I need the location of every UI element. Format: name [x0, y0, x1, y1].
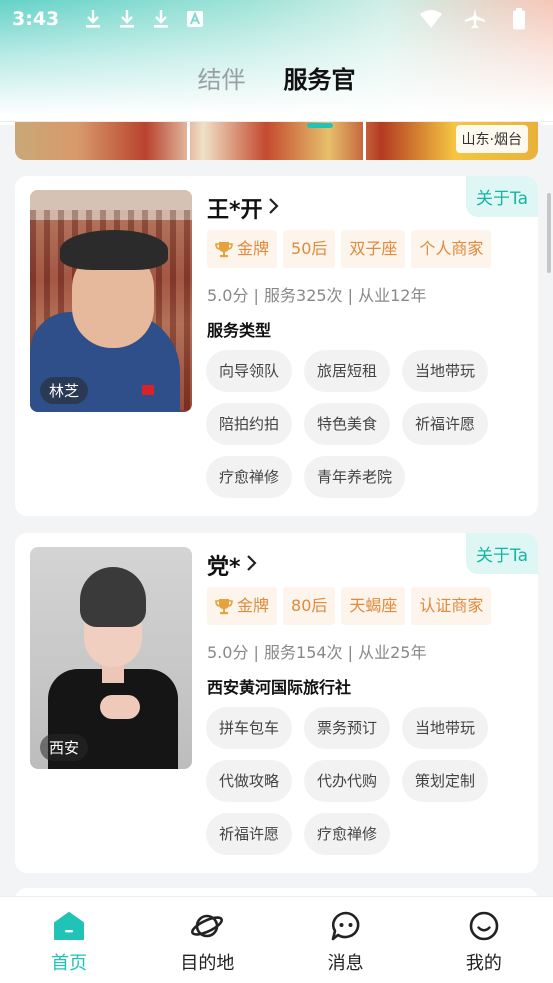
- banner-divider: [187, 122, 190, 160]
- zodiac-badge: 双子座: [341, 230, 406, 268]
- badge-label: 金牌: [237, 596, 270, 615]
- officer-name: 党*: [207, 555, 241, 580]
- service-tag[interactable]: 策划定制: [402, 760, 489, 802]
- top-tabs: 结伴 服务官: [0, 60, 553, 128]
- service-tag[interactable]: 疗愈禅修: [206, 456, 293, 498]
- destination-banner[interactable]: 山东·烟台: [15, 122, 538, 160]
- merchant-badge: 认证商家: [411, 587, 492, 625]
- officer-stats: 5.0分 | 服务154次 | 从业25年: [207, 643, 427, 662]
- service-officer-card[interactable]: 关于Ta 西安 党* 金牌 80后 天蝎座 认证商家 5.0分 | 服务154次…: [15, 533, 538, 873]
- nav-profile[interactable]: 我的: [415, 897, 553, 983]
- trophy-icon: [215, 240, 233, 258]
- nav-label: 消息: [327, 953, 364, 974]
- service-tag[interactable]: 当地带玩: [402, 707, 489, 749]
- service-tag[interactable]: 青年养老院: [304, 456, 406, 498]
- nav-destination[interactable]: 目的地: [138, 897, 276, 983]
- message-icon: [330, 911, 362, 945]
- status-bar: 3:43: [0, 0, 553, 38]
- officer-name-link[interactable]: 党*: [207, 549, 257, 581]
- service-tag[interactable]: 向导领队: [206, 350, 293, 392]
- wifi-icon: [419, 7, 443, 31]
- age-badge: 50后: [283, 230, 336, 268]
- battery-icon: [507, 7, 531, 31]
- nav-label: 我的: [465, 953, 502, 974]
- badge-label: 金牌: [237, 239, 270, 258]
- nav-home[interactable]: 首页: [0, 897, 138, 983]
- photo-hair: [80, 567, 146, 627]
- officer-name-link[interactable]: 王*开: [207, 192, 279, 224]
- banner-divider: [363, 122, 366, 160]
- photo-hand: [100, 695, 140, 719]
- service-tag[interactable]: 票务预订: [304, 707, 391, 749]
- agency-name: 西安黄河国际旅行社: [207, 678, 352, 697]
- home-icon: [53, 911, 85, 945]
- service-tag[interactable]: 当地带玩: [402, 350, 489, 392]
- airplane-icon: [463, 7, 487, 31]
- about-ta-button[interactable]: 关于Ta: [466, 176, 538, 217]
- gold-badge: 金牌: [207, 587, 278, 625]
- status-time: 3:43: [12, 8, 60, 30]
- age-badge: 80后: [283, 587, 336, 625]
- smile-icon: [468, 911, 500, 945]
- badge-row: 金牌 50后 双子座 个人商家: [207, 230, 492, 268]
- scrollbar[interactable]: [547, 193, 551, 273]
- service-tag[interactable]: 祈福许愿: [402, 403, 489, 445]
- download-icon: [149, 7, 173, 31]
- flag-pin: [142, 385, 154, 395]
- avatar[interactable]: 林芝: [30, 190, 192, 412]
- service-tag[interactable]: 代做攻略: [206, 760, 293, 802]
- officer-name: 王*开: [207, 198, 263, 223]
- avatar[interactable]: 西安: [30, 547, 192, 769]
- service-tags: 向导领队 旅居短租 当地带玩 陪拍约拍 特色美食 祈福许愿 疗愈禅修 青年养老院: [206, 350, 526, 498]
- about-ta-button[interactable]: 关于Ta: [466, 533, 538, 574]
- service-tag[interactable]: 拼车包车: [206, 707, 293, 749]
- service-tag[interactable]: 代办代购: [304, 760, 391, 802]
- chevron-right-icon: [267, 197, 279, 219]
- bottom-nav: 首页 目的地 消息 我的: [0, 896, 553, 983]
- service-tag[interactable]: 祈福许愿: [206, 813, 293, 855]
- keyboard-a-icon: [183, 7, 207, 31]
- download-icon: [115, 7, 139, 31]
- header-divider: [0, 121, 553, 122]
- service-tag[interactable]: 陪拍约拍: [206, 403, 293, 445]
- tab-label: 服务官: [283, 66, 356, 94]
- service-officer-card[interactable]: 关于Ta 林芝 王*开 金牌 50后 双子座 个人商家 5.0分 | 服务325…: [15, 176, 538, 516]
- location-tag: 林芝: [40, 377, 89, 404]
- photo-cap: [60, 230, 168, 270]
- gold-badge: 金牌: [207, 230, 278, 268]
- trophy-icon: [215, 597, 233, 615]
- tab-label: 结伴: [197, 66, 246, 94]
- nav-label: 目的地: [180, 953, 235, 974]
- merchant-badge: 个人商家: [411, 230, 492, 268]
- service-tag[interactable]: 疗愈禅修: [304, 813, 391, 855]
- tab-service-officer[interactable]: 服务官: [283, 60, 356, 128]
- active-tab-indicator: [306, 123, 333, 128]
- nav-label: 首页: [51, 953, 88, 974]
- tab-companion[interactable]: 结伴: [198, 60, 246, 110]
- download-icon: [81, 7, 105, 31]
- zodiac-badge: 天蝎座: [341, 587, 406, 625]
- section-title: 服务类型: [207, 321, 272, 340]
- planet-icon: [190, 911, 224, 945]
- service-tag[interactable]: 特色美食: [304, 403, 391, 445]
- banner-location-label: 山东·烟台: [455, 125, 528, 153]
- location-tag: 西安: [40, 734, 89, 761]
- nav-messages[interactable]: 消息: [277, 897, 415, 983]
- service-tag[interactable]: 旅居短租: [304, 350, 391, 392]
- service-tags: 拼车包车 票务预订 当地带玩 代做攻略 代办代购 策划定制 祈福许愿 疗愈禅修: [206, 707, 526, 855]
- chevron-right-icon: [245, 554, 257, 576]
- badge-row: 金牌 80后 天蝎座 认证商家: [207, 587, 492, 625]
- officer-stats: 5.0分 | 服务325次 | 从业12年: [207, 286, 427, 305]
